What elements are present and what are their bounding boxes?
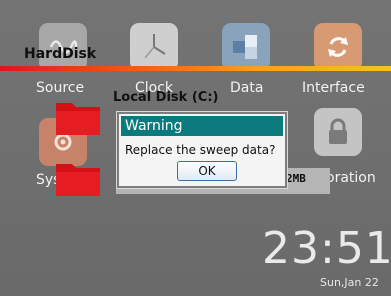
interface-icon [328, 37, 348, 57]
browser-title: Local Disk (C:) [113, 90, 219, 105]
harddisk-bar [0, 66, 391, 71]
dialog-title: Warning [121, 116, 283, 136]
clock-tile[interactable] [130, 23, 178, 71]
dialog-message: Replace the sweep data? [125, 143, 276, 157]
calibration-tile[interactable] [314, 108, 362, 156]
calibration-label: oration [326, 170, 376, 186]
interface-tile[interactable] [314, 23, 362, 71]
clock-time: 23:51 [262, 223, 391, 274]
source-label: Source [36, 80, 85, 96]
home-screen: Source Clock Data Interface HardDisk Sys… [0, 0, 391, 296]
file-size: 2MB [286, 172, 306, 185]
warning-dialog: Warning Replace the sweep data? OK [117, 112, 287, 188]
harddisk-title: HardDisk [24, 46, 97, 62]
lock-icon [329, 118, 347, 144]
data-tile[interactable] [222, 23, 270, 71]
clock-date: Sun,Jan 22 [320, 276, 379, 289]
folder-icon[interactable] [54, 158, 102, 198]
clock-icon [144, 34, 166, 59]
data-label: Data [230, 80, 264, 96]
ok-button[interactable]: OK [177, 161, 237, 181]
data-icon [233, 35, 257, 59]
folder-icon[interactable] [54, 97, 102, 137]
interface-label: Interface [302, 80, 365, 96]
